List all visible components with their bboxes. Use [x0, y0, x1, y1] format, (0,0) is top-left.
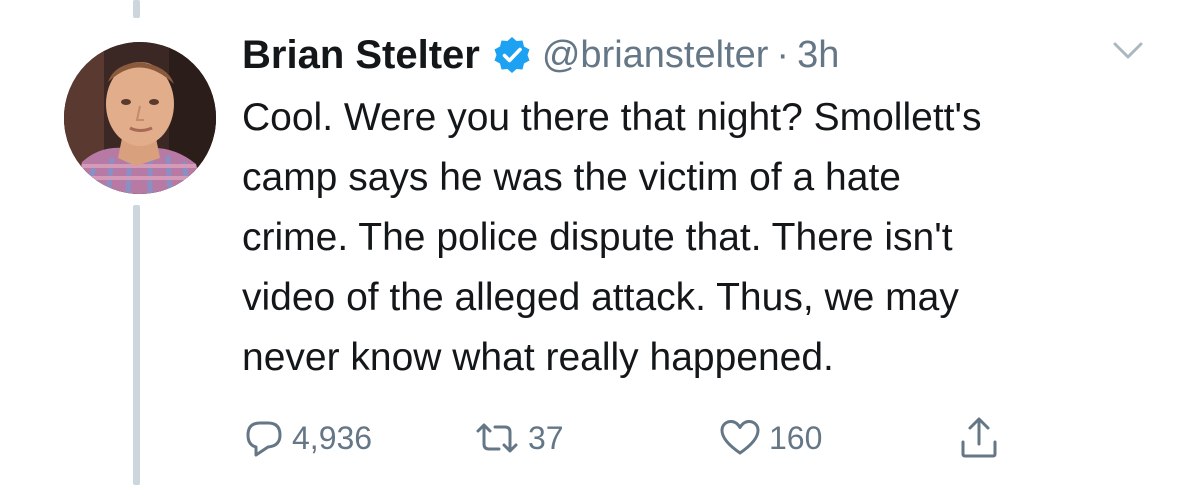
verified-badge-icon	[492, 35, 532, 75]
tweet-header: Brian Stelter @brianstelter · 3h	[242, 30, 839, 80]
like-button[interactable]: 160	[719, 414, 822, 462]
timestamp[interactable]: 3h	[797, 34, 839, 77]
reply-icon	[244, 418, 284, 458]
retweet-count: 37	[528, 419, 564, 456]
retweet-button[interactable]: 37	[474, 414, 564, 462]
reply-count: 4,936	[292, 419, 373, 456]
tweet-text: Cool. Were you there that night? Smollet…	[242, 88, 1162, 388]
like-count: 160	[769, 419, 823, 456]
reply-button[interactable]: 4,936	[244, 414, 372, 462]
author-handle[interactable]: @brianstelter	[542, 34, 769, 77]
author-name[interactable]: Brian Stelter	[242, 33, 480, 78]
header-separator: ·	[776, 33, 790, 76]
avatar[interactable]	[64, 42, 216, 194]
tweet-text-line: video of the alleged attack. Thus, we ma…	[242, 276, 959, 319]
thread-connector-top	[133, 0, 140, 18]
tweet-text-line: Cool. Were you there that night? Smollet…	[242, 96, 982, 139]
share-button[interactable]	[959, 414, 999, 462]
tweet-text-line: camp says he was the victim of a hate	[242, 156, 901, 199]
heart-icon	[719, 418, 761, 458]
chevron-down-icon[interactable]	[1112, 40, 1144, 62]
tweet-text-line: crime. The police dispute that. There is…	[242, 216, 953, 259]
avatar-photo	[64, 42, 216, 194]
tweet-actions: 4,936 37 160	[244, 414, 1144, 462]
retweet-icon	[474, 418, 520, 458]
thread-connector-bottom	[133, 205, 140, 485]
tweet-text-line: never know what really happened.	[242, 336, 834, 379]
share-icon	[959, 416, 999, 460]
